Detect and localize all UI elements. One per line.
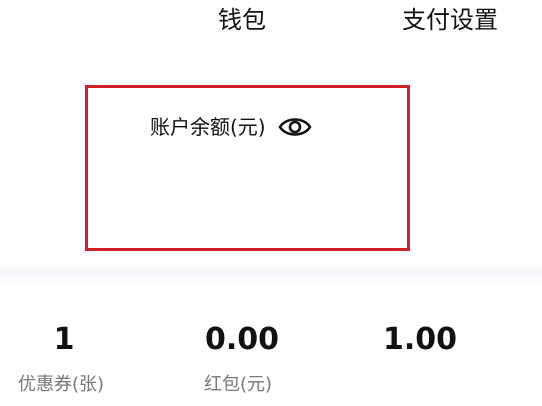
third-stat[interactable]: 1.00 [360,320,480,360]
third-stat-value: 1.00 [382,322,458,357]
payment-settings-button[interactable]: 支付设置 [402,4,498,36]
page-title: 钱包 [218,6,266,34]
red-packet-amount: 0.00 [204,322,280,357]
balance-card: 账户余额(元) [85,85,410,251]
coupon-stat[interactable]: 1 [4,320,124,360]
balance-label: 账户余额(元) [150,115,266,139]
section-divider [0,262,542,288]
red-packet-stat[interactable]: 0.00 [182,320,302,360]
coupon-count: 1 [53,322,75,357]
eye-icon[interactable] [278,114,312,140]
balance-label-row: 账户余额(元) [150,114,312,140]
red-packet-label: 红包(元) [204,374,273,395]
coupon-label: 优惠券(张) [18,374,105,395]
